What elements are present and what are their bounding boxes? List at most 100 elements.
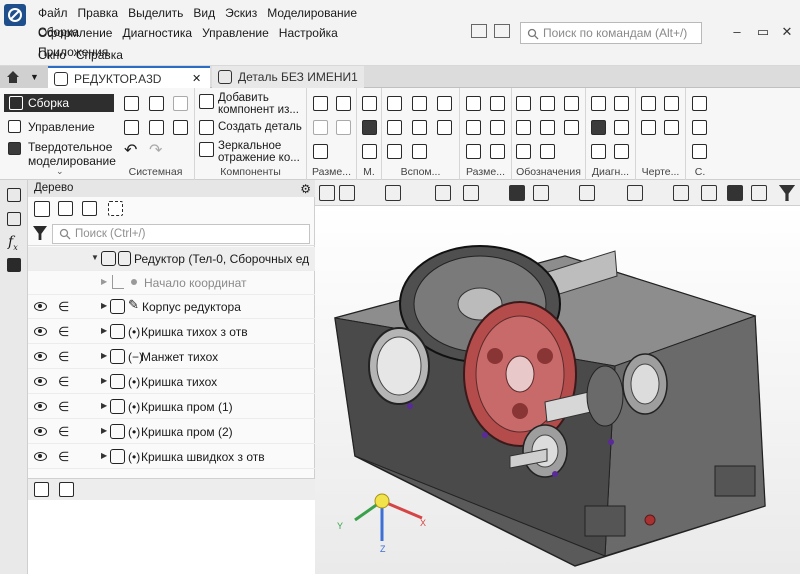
dim-arc-icon[interactable] bbox=[466, 120, 481, 135]
chevron-down-icon[interactable]: ▼ bbox=[30, 66, 39, 88]
expand-triangle-icon[interactable]: ▶ bbox=[101, 301, 107, 310]
list-view-tab-icon[interactable] bbox=[59, 482, 74, 497]
dim-hole-icon[interactable] bbox=[490, 96, 505, 111]
rotate-icon[interactable] bbox=[435, 185, 451, 201]
redo-icon[interactable]: ↷ bbox=[149, 140, 162, 160]
include-icon[interactable]: ∈ bbox=[58, 399, 69, 415]
layers-icon[interactable] bbox=[751, 185, 767, 201]
include-icon[interactable]: ∈ bbox=[58, 349, 69, 365]
aux-curve-icon[interactable] bbox=[437, 120, 452, 135]
tree-panel-icon[interactable] bbox=[7, 188, 21, 202]
dimension-icon[interactable] bbox=[313, 96, 328, 111]
tree-row[interactable]: ∈ ▶ (•) Кришка тихох bbox=[28, 370, 315, 394]
aux-axis-icon[interactable] bbox=[412, 96, 427, 111]
section-icon[interactable] bbox=[591, 144, 606, 159]
perspective-icon[interactable] bbox=[701, 185, 717, 201]
menu-layout[interactable]: Оформление bbox=[33, 24, 117, 43]
tree-row[interactable]: ∈ ▶ (•) Кришка пром (2) bbox=[28, 420, 315, 444]
mode-management[interactable]: Управление bbox=[4, 120, 114, 134]
expand-triangle-icon[interactable]: ▶ bbox=[101, 326, 107, 335]
display-mode-icon[interactable] bbox=[533, 185, 549, 201]
dim-line-icon[interactable] bbox=[466, 96, 481, 111]
home-button[interactable]: ▼ bbox=[0, 66, 48, 88]
drawing-view-icon[interactable] bbox=[641, 96, 656, 111]
tree-settings-gear-icon[interactable]: ⚙ bbox=[300, 181, 311, 198]
include-icon[interactable]: ∈ bbox=[58, 299, 69, 315]
undo-icon[interactable]: ↶ bbox=[124, 140, 137, 160]
create-part-button[interactable]: Создать деталь bbox=[218, 121, 306, 133]
orientation-cube-icon[interactable] bbox=[509, 185, 525, 201]
eye-icon[interactable] bbox=[34, 452, 47, 461]
new-doc-icon[interactable] bbox=[124, 96, 139, 111]
aux-sketch-icon[interactable] bbox=[387, 144, 402, 159]
gear-settings-icon[interactable] bbox=[692, 144, 707, 159]
tree-row[interactable]: ∈ ▶ ✎ Корпус редуктора bbox=[28, 295, 315, 319]
tree-root-row[interactable]: ▼ Редуктор (Тел-0, Сборочных ед bbox=[28, 247, 315, 271]
tree-row[interactable]: ∈ ▶ (•) Кришка пром (1) bbox=[28, 395, 315, 419]
tree-structure-icon[interactable] bbox=[34, 201, 50, 217]
mode-assembly[interactable]: Сборка bbox=[4, 94, 114, 112]
menu-edit[interactable]: Правка bbox=[73, 4, 124, 23]
minimize-icon[interactable]: – bbox=[728, 24, 746, 40]
tree-components-icon[interactable] bbox=[82, 201, 97, 216]
section-view-icon[interactable] bbox=[673, 185, 689, 201]
panel-toggle-icon[interactable] bbox=[471, 24, 487, 38]
collision-icon[interactable] bbox=[614, 120, 629, 135]
expand-triangle-icon[interactable]: ▶ bbox=[101, 277, 107, 286]
view-mode-icon[interactable] bbox=[319, 185, 335, 201]
properties-panel-icon[interactable] bbox=[7, 212, 21, 226]
include-icon[interactable]: ∈ bbox=[58, 324, 69, 340]
weld-icon[interactable] bbox=[564, 120, 579, 135]
measure-icon[interactable] bbox=[614, 96, 629, 111]
tree-row-origin[interactable]: ▶ Начало координат bbox=[28, 271, 315, 295]
mate-icon[interactable] bbox=[362, 96, 377, 111]
marker-icon[interactable] bbox=[540, 120, 555, 135]
tree-view-tab-icon[interactable] bbox=[34, 482, 49, 497]
include-icon[interactable]: ∈ bbox=[58, 424, 69, 440]
tree-row[interactable]: ∈ ▶ (•) Кришка тихох з отв bbox=[28, 320, 315, 344]
linear-dim-icon[interactable] bbox=[313, 120, 328, 135]
tree-filter-icon[interactable] bbox=[33, 226, 47, 240]
app-logo-icon[interactable] bbox=[4, 4, 26, 26]
maximize-icon[interactable]: ▭ bbox=[754, 24, 772, 40]
dim-chain-icon[interactable] bbox=[466, 144, 481, 159]
tree-row[interactable]: ∈ ▶ (•) Кришка швидкох з отв bbox=[28, 445, 315, 469]
collapse-triangle-icon[interactable]: ▼ bbox=[91, 253, 99, 262]
mirror-component-button[interactable]: Зеркальное отражение ко... bbox=[218, 140, 306, 164]
mate-solid-icon[interactable] bbox=[362, 120, 377, 135]
datum-icon[interactable] bbox=[540, 96, 555, 111]
menu-diagnostics[interactable]: Диагностика bbox=[117, 24, 197, 43]
eye-icon[interactable] bbox=[34, 352, 47, 361]
include-icon[interactable]: ∈ bbox=[58, 449, 69, 465]
leader-icon[interactable] bbox=[564, 96, 579, 111]
ab-icon[interactable] bbox=[692, 120, 707, 135]
menu-window[interactable]: Окно bbox=[33, 46, 71, 65]
info-icon[interactable] bbox=[614, 144, 629, 159]
expand-triangle-icon[interactable]: ▶ bbox=[101, 451, 107, 460]
menu-file[interactable]: Файл bbox=[33, 4, 73, 23]
properties-icon[interactable] bbox=[173, 120, 188, 135]
dim-round-icon[interactable] bbox=[490, 120, 505, 135]
select-filter-icon[interactable] bbox=[463, 185, 479, 201]
model-viewport[interactable]: X Y Z bbox=[315, 206, 800, 574]
dim-break-icon[interactable] bbox=[313, 144, 328, 159]
mate-edit-icon[interactable] bbox=[362, 144, 377, 159]
tree-row[interactable]: ∈ ▶ (−) Манжет тихох bbox=[28, 345, 315, 369]
camera-icon[interactable] bbox=[627, 185, 643, 201]
eye-icon[interactable] bbox=[34, 402, 47, 411]
eye-icon[interactable] bbox=[34, 377, 47, 386]
add-point-icon[interactable] bbox=[692, 96, 707, 111]
pan-icon[interactable] bbox=[385, 185, 401, 201]
tree-search-input[interactable]: Поиск (Ctrl+/) bbox=[52, 224, 310, 244]
mode-solid-modeling[interactable]: Твердотельное моделирование bbox=[4, 140, 116, 168]
zoom-icon[interactable] bbox=[339, 185, 355, 201]
expand-triangle-icon[interactable]: ▶ bbox=[101, 401, 107, 410]
preview-icon[interactable] bbox=[149, 120, 164, 135]
check-icon[interactable] bbox=[591, 96, 606, 111]
eye-icon[interactable] bbox=[34, 427, 47, 436]
variables-icon[interactable]: fx bbox=[8, 234, 18, 252]
menu-sketch[interactable]: Эскиз bbox=[220, 4, 262, 23]
menu-modeling[interactable]: Моделирование bbox=[262, 4, 362, 23]
expand-triangle-icon[interactable]: ▶ bbox=[101, 351, 107, 360]
radial-dim-icon[interactable] bbox=[336, 120, 351, 135]
